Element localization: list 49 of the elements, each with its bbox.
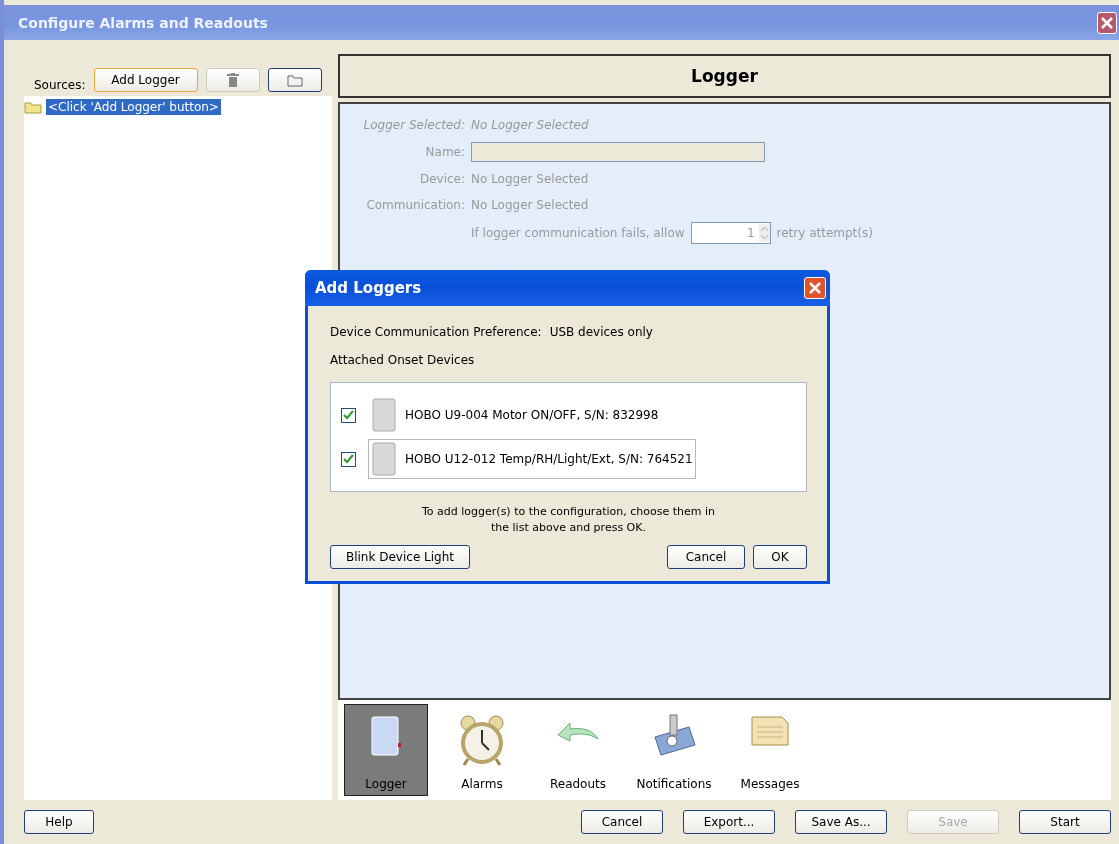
action-button[interactable]: Cancel [581, 810, 663, 834]
field-label: Logger Selected: [362, 118, 465, 132]
dialog-title: Add Loggers [315, 279, 422, 297]
tree-item[interactable]: <Click 'Add Logger' button> [46, 99, 221, 115]
view-tab[interactable]: Logger [344, 704, 428, 796]
view-tab[interactable]: Notifications [632, 704, 716, 796]
close-button[interactable] [804, 277, 826, 299]
device-item[interactable]: HOBO U12-012 Temp/RH/Light/Ext, S/N: 764521 [368, 439, 696, 479]
field-value: No Logger Selected [471, 198, 589, 212]
view-tab[interactable]: Alarms [440, 704, 524, 796]
action-button[interactable]: Export... [683, 810, 775, 834]
logger-device-icon [371, 442, 397, 476]
close-icon [1101, 16, 1113, 29]
device-item[interactable]: HOBO U9-004 Motor ON/OFF, S/N: 832998 [368, 395, 662, 435]
field-label: Communication: [365, 198, 465, 212]
field-value: No Logger Selected [471, 118, 589, 132]
action-button[interactable]: Start [1019, 810, 1111, 834]
add-logger-button[interactable]: Add Logger [93, 68, 198, 92]
view-tab[interactable]: Messages [728, 704, 812, 796]
message-note-icon [749, 713, 791, 749]
help-button[interactable]: Help [24, 810, 94, 834]
envelope-pin-icon [651, 713, 697, 759]
retry-suffix: retry attempt(s) [776, 226, 873, 240]
view-tab[interactable]: Readouts [536, 704, 620, 796]
window-title: Configure Alarms and Readouts [18, 14, 268, 31]
field-label: Name: [424, 145, 465, 159]
folder-button[interactable] [267, 68, 322, 92]
preference-value: USB devices only [549, 325, 653, 339]
folder-icon [286, 73, 303, 87]
action-button[interactable]: Save As... [795, 810, 887, 834]
trash-icon [226, 73, 239, 87]
sources-label: Sources: [34, 78, 86, 92]
field-label: Device: [418, 172, 465, 186]
dialog-button[interactable]: Cancel [667, 545, 745, 569]
field-value: No Logger Selected [471, 172, 589, 186]
panel-header: Logger [338, 54, 1111, 98]
checkbox[interactable] [341, 407, 356, 423]
dialog-button[interactable]: OK [753, 545, 807, 569]
instruction-text: To add logger(s) to the configuration, choose them in the list above and press OK. [421, 504, 716, 536]
blink-button[interactable]: Blink Device Light [330, 545, 470, 569]
checkbox[interactable] [341, 451, 356, 467]
close-icon [809, 282, 821, 294]
folder-icon [24, 100, 42, 114]
logger-device-icon [371, 398, 397, 432]
close-button[interactable] [1097, 11, 1117, 34]
delete-button[interactable] [205, 68, 260, 92]
attached-devices-label: Attached Onset Devices [330, 353, 475, 367]
preference-label: Device Communication Preference: [330, 325, 542, 339]
retry-label: If logger communication fails, allow [471, 226, 685, 240]
